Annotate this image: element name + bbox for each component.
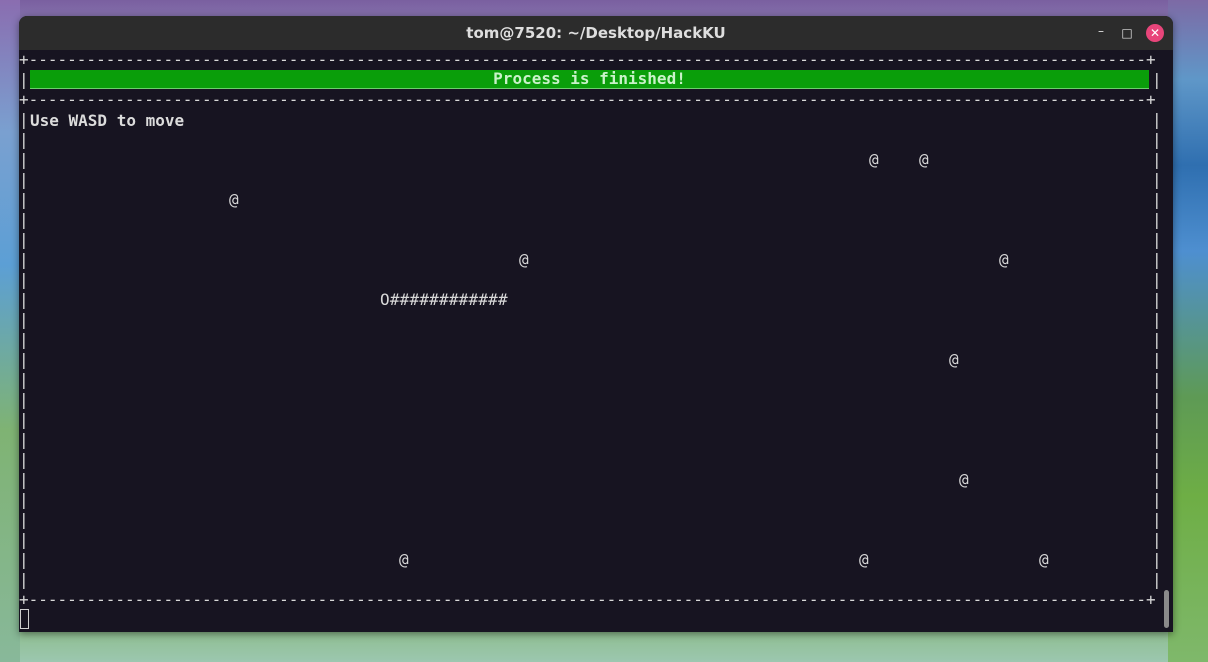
right-border-bar: | <box>1152 490 1162 509</box>
left-border-bar: | <box>19 330 29 349</box>
right-border-bar: | <box>1152 350 1162 369</box>
terminal-content[interactable]: +---------------------------------------… <box>19 50 1173 632</box>
title-bar[interactable]: tom@7520: ~/Desktop/HackKU – □ ✕ <box>19 16 1173 50</box>
desktop-wallpaper-right <box>1168 0 1208 662</box>
food-item: @ <box>869 150 879 169</box>
left-border-bar: | <box>19 470 29 489</box>
left-border-bar: | <box>19 110 29 129</box>
left-border-bar: | <box>19 190 29 209</box>
left-border-bar: | <box>19 430 29 449</box>
right-border-bar: | <box>1152 270 1162 289</box>
food-item: @ <box>1039 550 1049 569</box>
right-border-bar: | <box>1152 450 1162 469</box>
right-border-bar: | <box>1152 210 1162 229</box>
right-border-bar: | <box>1152 430 1162 449</box>
left-border-bar: | <box>19 290 29 309</box>
left-border-bar: | <box>19 410 29 429</box>
right-border-bar: | <box>1152 290 1162 309</box>
right-border-bar: | <box>1152 150 1162 169</box>
right-border-bar: | <box>1152 110 1162 129</box>
left-border-bar: | <box>19 310 29 329</box>
close-button[interactable]: ✕ <box>1146 24 1164 42</box>
status-banner: Process is finished! <box>30 70 1149 89</box>
food-item: @ <box>919 150 929 169</box>
food-item: @ <box>949 350 959 369</box>
left-border-bar: | <box>19 510 29 529</box>
right-border-bar: | <box>1152 190 1162 209</box>
right-border-bar: | <box>1152 230 1162 249</box>
left-border-bar: | <box>19 210 29 229</box>
right-border-bar: | <box>1152 330 1162 349</box>
left-border-bar: | <box>19 490 29 509</box>
bottom-border: +---------------------------------------… <box>19 590 1156 609</box>
right-border-bar: | <box>1152 530 1162 549</box>
instruction-text: Use WASD to move <box>30 111 185 130</box>
left-border-bar: | <box>19 350 29 369</box>
text-cursor <box>20 609 29 629</box>
left-border-bar: | <box>19 130 29 149</box>
left-border-bar: | <box>19 570 29 589</box>
food-item: @ <box>859 550 869 569</box>
right-border-bar: | <box>1152 310 1162 329</box>
right-border-bar: | <box>1152 470 1162 489</box>
terminal-window[interactable]: tom@7520: ~/Desktop/HackKU – □ ✕ +------… <box>19 16 1173 632</box>
top-border: +---------------------------------------… <box>19 50 1156 69</box>
middle-border: +---------------------------------------… <box>19 90 1156 109</box>
scrollbar[interactable] <box>1164 590 1169 628</box>
food-item: @ <box>999 250 1009 269</box>
right-border-bar: | <box>1152 510 1162 529</box>
desktop-wallpaper-left <box>0 0 20 662</box>
left-border-bar: | <box>19 150 29 169</box>
left-border-bar: | <box>19 450 29 469</box>
right-border-bar: | <box>1152 410 1162 429</box>
left-border-row: | <box>19 70 29 89</box>
left-border-bar: | <box>19 390 29 409</box>
right-border-bar: | <box>1152 390 1162 409</box>
left-border-bar: | <box>19 530 29 549</box>
left-border-bar: | <box>19 550 29 569</box>
snake: O############ <box>380 290 508 309</box>
right-border-bar: | <box>1152 550 1162 569</box>
right-border-bar: | <box>1152 570 1162 589</box>
food-item: @ <box>229 190 239 209</box>
left-border-bar: | <box>19 270 29 289</box>
maximize-button[interactable]: □ <box>1118 24 1136 42</box>
food-item: @ <box>519 250 529 269</box>
food-item: @ <box>399 550 409 569</box>
right-border-bar: | <box>1152 370 1162 389</box>
right-border-row: | <box>1152 70 1162 89</box>
food-item: @ <box>959 470 969 489</box>
left-border-bar: | <box>19 230 29 249</box>
left-border-bar: | <box>19 250 29 269</box>
window-title: tom@7520: ~/Desktop/HackKU <box>466 24 726 42</box>
right-border-bar: | <box>1152 170 1162 189</box>
right-border-bar: | <box>1152 130 1162 149</box>
left-border-bar: | <box>19 370 29 389</box>
minimize-button[interactable]: – <box>1092 22 1110 40</box>
right-border-bar: | <box>1152 250 1162 269</box>
left-border-bar: | <box>19 170 29 189</box>
